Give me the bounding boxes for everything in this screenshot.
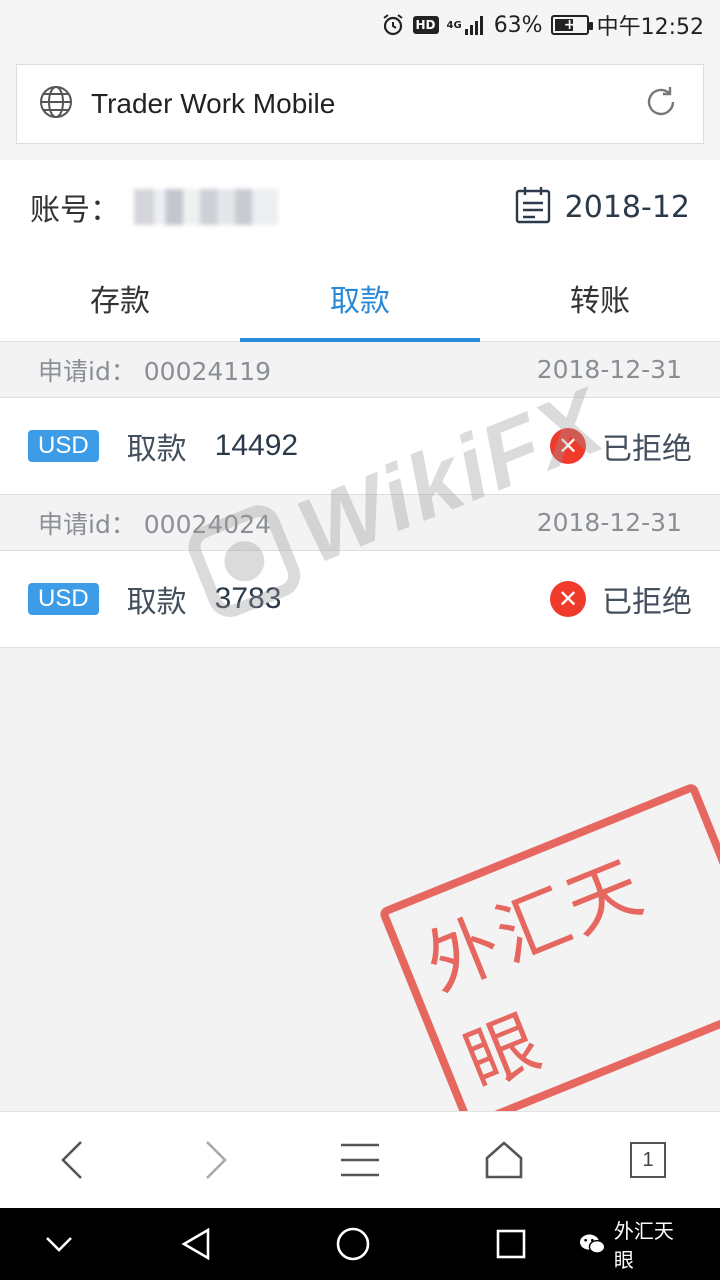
home-icon (485, 1141, 523, 1179)
battery-percent: 63% (493, 12, 543, 38)
home-button[interactable] (464, 1120, 544, 1200)
wechat-watermark: 外汇天眼 (579, 1215, 690, 1273)
wechat-icon (580, 1234, 606, 1254)
status-bar: HD 4G 63% + 中午12:52 (0, 0, 720, 50)
browser-toolbar: 1 (0, 1111, 720, 1208)
circle-home-icon (336, 1227, 370, 1261)
hd-badge: HD (412, 16, 439, 34)
rejected-icon: ✕ (550, 581, 586, 617)
menu-button[interactable] (320, 1120, 400, 1200)
triangle-back-icon (181, 1227, 210, 1261)
refresh-icon[interactable] (641, 82, 681, 126)
back-button[interactable] (32, 1120, 112, 1200)
currency-badge: USD (28, 430, 99, 462)
square-recents-icon (496, 1229, 525, 1259)
record-status: 已拒绝 (602, 585, 692, 620)
wechat-account-name: 外汇天眼 (613, 1219, 674, 1272)
record-header: 申请id： 00024119 2018-12-31 (0, 342, 720, 398)
alarm-icon (381, 13, 405, 37)
system-recents-button[interactable] (482, 1214, 539, 1274)
battery-icon: + (550, 15, 593, 35)
currency-badge: USD (28, 583, 99, 615)
tab-deposit[interactable]: 存款 (0, 254, 240, 341)
stamp-watermark-text: 外汇天眼 (413, 843, 657, 1105)
selected-month: 2018-12 (564, 189, 690, 225)
account-label: 账号： (30, 193, 120, 228)
chevron-right-icon (206, 1141, 227, 1179)
account-number-redacted (134, 189, 278, 225)
record-id-label: 申请id： (38, 356, 136, 386)
record-amount: 14492 (214, 429, 299, 462)
chevron-down-icon (45, 1237, 72, 1252)
page-title: Trader Work Mobile (91, 88, 336, 119)
hamburger-icon (341, 1143, 379, 1177)
account-row: 账号： 2018-12 (0, 160, 720, 254)
tab-bar: 存款 取款 转账 (0, 254, 720, 342)
system-nav-bar: 外汇天眼 (0, 1208, 720, 1280)
chevron-left-icon (61, 1141, 82, 1179)
record-id: 00024119 (143, 356, 272, 386)
record-id-label: 申请id： (38, 509, 136, 539)
browser-header: Trader Work Mobile (0, 50, 720, 160)
clock: 中午12:52 (596, 15, 704, 40)
system-home-button[interactable] (325, 1214, 382, 1274)
forward-button[interactable] (176, 1120, 256, 1200)
calendar-icon (515, 186, 551, 228)
system-back-button[interactable] (167, 1214, 224, 1274)
tabs-button[interactable]: 1 (608, 1120, 688, 1200)
signal-icon: 4G (447, 14, 486, 36)
stamp-watermark: 外汇天眼 (378, 781, 720, 1131)
record-type: 取款 (126, 585, 187, 620)
record-date: 2018-12-31 (536, 508, 682, 537)
date-picker[interactable]: 2018-12 (515, 186, 690, 228)
tab-withdraw[interactable]: 取款 (240, 254, 480, 342)
tab-transfer[interactable]: 转账 (480, 254, 720, 341)
tab-count-icon: 1 (630, 1142, 666, 1178)
globe-icon (39, 85, 73, 123)
record-type: 取款 (126, 432, 187, 467)
url-bar[interactable]: Trader Work Mobile (16, 64, 704, 144)
nav-collapse-button[interactable] (30, 1214, 87, 1274)
